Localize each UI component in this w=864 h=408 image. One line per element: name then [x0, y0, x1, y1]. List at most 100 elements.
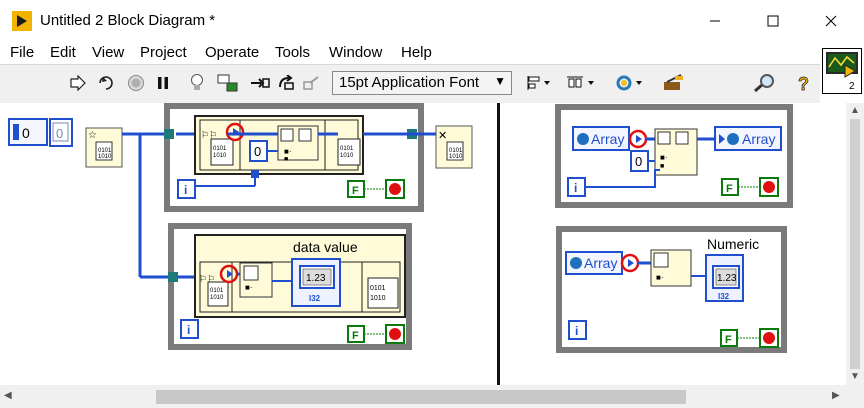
maximize-icon	[767, 15, 779, 27]
iteration-terminal-top-left: i	[177, 179, 196, 199]
distribute-objects-button[interactable]	[566, 72, 598, 94]
scroll-up-icon[interactable]: ▲	[850, 105, 860, 116]
replace-array-subset-node-top[interactable]: ■· ■	[277, 125, 319, 163]
minimize-button[interactable]	[692, 8, 738, 34]
vertical-scrollbar[interactable]: ▲ ▼	[846, 103, 864, 385]
block-diagram: 0 0 0101 1010 ☆ ⚐⚐ 0101 1010 0101 1010 ■…	[8, 103, 793, 385]
help-question-icon: ?	[798, 74, 810, 93]
svg-text:■·: ■·	[284, 147, 292, 156]
delete-data-value-reference-node[interactable]: ✕ 0101 1010	[435, 125, 473, 169]
svg-text:I32: I32	[309, 294, 321, 303]
close-button[interactable]	[808, 8, 854, 34]
reorder-button[interactable]	[614, 72, 646, 94]
menu-operate[interactable]: Operate	[205, 44, 259, 61]
svg-text:1010: 1010	[210, 295, 224, 301]
stop-terminal-top-right[interactable]: F	[721, 177, 779, 197]
svg-text:0101: 0101	[340, 146, 354, 152]
array-control-top-right[interactable]: Array	[572, 126, 630, 151]
reorder-icon	[616, 75, 642, 91]
toolbar: 15pt Application Font ▼ ?	[0, 64, 820, 104]
inner-numeric-constant-top-right[interactable]: 0	[630, 150, 649, 172]
block-diagram-canvas[interactable]: 0 0 0101 1010 ☆ ⚐⚐ 0101 1010 0101 1010 ■…	[0, 103, 846, 385]
svg-text:0: 0	[635, 154, 642, 169]
scroll-right-icon[interactable]: ▶	[832, 390, 840, 401]
pause-button[interactable]	[151, 72, 175, 94]
menu-project[interactable]: Project	[140, 44, 187, 61]
retain-wire-values-button[interactable]	[216, 72, 240, 94]
clean-up-diagram-button[interactable]	[660, 72, 688, 94]
stop-terminal-bottom-left[interactable]: F	[347, 324, 405, 344]
diagram-divider	[497, 103, 500, 385]
menu-view[interactable]: View	[92, 44, 124, 61]
loop-tunnel-bottom	[168, 272, 178, 282]
index-array-node-bottom-right[interactable]: ■·	[650, 249, 692, 287]
run-arrow-icon	[70, 75, 86, 91]
menu-tools[interactable]: Tools	[275, 44, 310, 61]
retain-wire-values-icon	[217, 74, 238, 92]
create-data-value-reference-node[interactable]: 0101 1010 ☆	[85, 127, 123, 168]
horizontal-scrollbar[interactable]: ◀ ▶	[0, 385, 846, 408]
numeric-indicator-bottom-right[interactable]: 1.23 I32	[705, 254, 744, 302]
svg-text:1010: 1010	[213, 153, 227, 159]
svg-text:0101: 0101	[213, 146, 227, 152]
menu-file[interactable]: File	[10, 44, 34, 61]
text-settings-select[interactable]: 15pt Application Font ▼	[332, 71, 512, 95]
inner-numeric-constant[interactable]: 0	[249, 140, 268, 162]
svg-text:F: F	[352, 330, 359, 342]
lightbulb-icon	[191, 74, 203, 90]
array-indicator-top-right[interactable]: Array	[714, 126, 782, 151]
inner-constant-value: 0	[254, 144, 261, 159]
step-over-icon	[279, 75, 294, 90]
replace-array-subset-node-top-right[interactable]: ■· ■	[654, 128, 698, 176]
align-objects-icon	[527, 76, 550, 90]
svg-text:i: i	[187, 323, 190, 337]
abort-stop-icon	[128, 75, 144, 91]
run-button[interactable]	[66, 72, 90, 94]
run-continuously-button[interactable]	[94, 72, 118, 94]
highlight-execution-button[interactable]	[185, 72, 209, 94]
search-button[interactable]	[752, 72, 778, 94]
array-control-bottom-right[interactable]: Array	[565, 251, 623, 275]
step-into-icon	[251, 78, 270, 88]
menu-edit[interactable]: Edit	[50, 44, 76, 61]
align-objects-button[interactable]	[524, 72, 554, 94]
vertical-scroll-thumb[interactable]	[850, 119, 860, 369]
left-numeric-constant[interactable]: 0	[8, 118, 48, 146]
menu-help[interactable]: Help	[401, 44, 432, 61]
svg-text:■·: ■·	[656, 273, 664, 282]
horizontal-scroll-thumb[interactable]	[156, 390, 686, 404]
loop-tunnel-left	[164, 129, 174, 139]
scroll-left-icon[interactable]: ◀	[4, 390, 12, 401]
vi-icon[interactable]: 2	[822, 48, 862, 94]
step-over-button[interactable]	[276, 72, 300, 94]
left-constant-value: 0	[22, 125, 30, 141]
svg-text:1010: 1010	[370, 295, 386, 302]
maximize-button[interactable]	[750, 8, 796, 34]
abort-button[interactable]	[124, 72, 148, 94]
svg-text:i: i	[575, 324, 578, 338]
stop-terminal-bottom-right[interactable]: F	[720, 328, 779, 348]
scroll-down-icon[interactable]: ▼	[850, 371, 860, 382]
step-into-button[interactable]	[248, 72, 272, 94]
menu-window[interactable]: Window	[329, 44, 382, 61]
svg-text:F: F	[726, 183, 733, 195]
svg-text:0101: 0101	[210, 288, 224, 294]
iteration-terminal-top-right: i	[567, 177, 586, 197]
svg-text:✕: ✕	[438, 130, 447, 142]
left-indicator-value: 0	[56, 126, 63, 141]
vi-icon-number: 2	[849, 81, 855, 92]
svg-text:Array: Array	[584, 255, 617, 271]
left-numeric-indicator[interactable]: 0	[49, 118, 73, 147]
data-value-label: data value	[293, 239, 358, 255]
step-out-button[interactable]	[301, 72, 325, 94]
svg-text:1010: 1010	[340, 153, 354, 159]
array-indicator-label: Array	[742, 131, 775, 147]
svg-text:☆: ☆	[88, 130, 97, 141]
stop-terminal-top-left[interactable]: F	[347, 179, 405, 199]
svg-text:F: F	[352, 185, 359, 197]
svg-text:i: i	[574, 181, 577, 195]
index-array-node-bottom-left[interactable]: ■·	[239, 262, 273, 298]
svg-text:F: F	[725, 334, 732, 346]
numeric-indicator-bottom-left[interactable]: 1.23 I32	[291, 258, 341, 307]
context-help-button[interactable]: ?	[792, 72, 816, 94]
